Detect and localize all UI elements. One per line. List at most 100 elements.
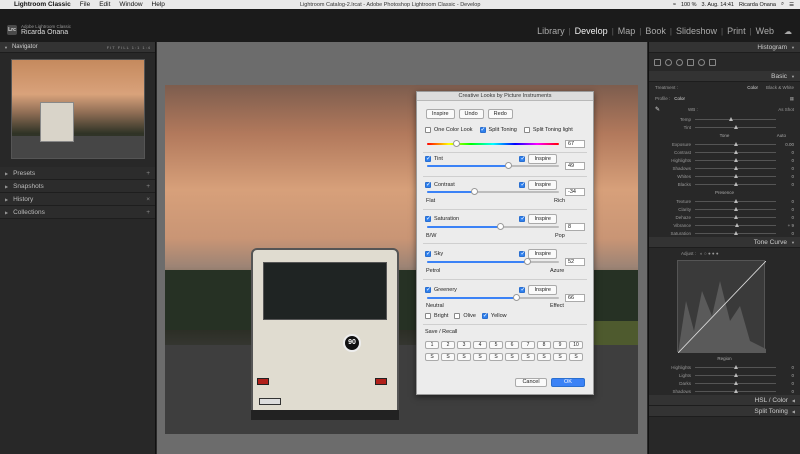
tint-slider[interactable]	[427, 162, 559, 169]
slider-knob[interactable]	[513, 294, 521, 301]
treatment-bw[interactable]: Black & White	[766, 85, 794, 90]
navigator-zoom-options[interactable]: FIT FILL 1:1 1:4	[107, 45, 151, 50]
module-book[interactable]: Book	[641, 26, 670, 36]
basic-header[interactable]: Basic ▼	[649, 71, 800, 82]
slider-value[interactable]: 0	[780, 381, 794, 386]
slider-value[interactable]: 0	[780, 207, 794, 212]
recall-slot-button[interactable]: 3	[457, 341, 471, 349]
slider-track[interactable]	[695, 173, 776, 178]
slider-track[interactable]	[695, 116, 776, 121]
crop-icon[interactable]	[654, 58, 661, 66]
bright-checkbox[interactable]	[425, 313, 431, 319]
slider-value[interactable]: 0	[780, 215, 794, 220]
menu-list-icon[interactable]: ☰	[789, 2, 794, 8]
slider-handle[interactable]	[733, 364, 738, 369]
module-develop[interactable]: Develop	[571, 26, 612, 36]
recall-slot-button[interactable]: 8	[537, 341, 551, 349]
yellow-checkbox[interactable]	[481, 312, 488, 319]
saturation-inspire-checkbox[interactable]	[519, 215, 526, 222]
slider-handle[interactable]	[733, 206, 738, 211]
recall-slot-button[interactable]: 5	[489, 341, 503, 349]
slider-track[interactable]	[695, 214, 776, 219]
auto-button[interactable]: Auto	[777, 133, 786, 138]
profile-value[interactable]: Color	[674, 96, 685, 101]
sky-value[interactable]: 52	[565, 258, 585, 266]
module-slideshow[interactable]: Slideshow	[672, 26, 721, 36]
save-slot-button[interactable]: S	[537, 353, 551, 361]
tint-checkbox[interactable]	[425, 155, 431, 162]
slider-handle[interactable]	[733, 181, 738, 186]
cloud-icon[interactable]: ☁	[784, 27, 792, 36]
hue-value[interactable]: 67	[565, 140, 585, 148]
redo-button[interactable]: Redo	[487, 109, 513, 119]
slider-value[interactable]: 0	[780, 174, 794, 179]
tint-value[interactable]: 49	[565, 162, 585, 170]
slider-knob[interactable]	[497, 223, 505, 230]
profile-grid-icon[interactable]: ▦	[790, 96, 794, 102]
contrast-inspire-button[interactable]: Inspire	[528, 180, 557, 190]
tone-curve-header[interactable]: Tone Curve ▼	[649, 237, 800, 248]
treatment-color[interactable]: Color	[747, 85, 758, 90]
saturation-value[interactable]: 8	[565, 223, 585, 231]
slider-value[interactable]: + 9	[780, 223, 794, 228]
slider-track[interactable]	[695, 124, 776, 129]
recall-slot-button[interactable]: 6	[505, 341, 519, 349]
slider-track[interactable]	[695, 141, 776, 146]
navigator-preview[interactable]	[10, 59, 145, 159]
menubar-user[interactable]: Ricarda Onana	[739, 2, 776, 8]
slider-track[interactable]	[695, 165, 776, 170]
slider-track[interactable]	[695, 157, 776, 162]
date-time[interactable]: 3. Aug. 14:41	[702, 2, 734, 8]
menu-help[interactable]: Help	[152, 1, 165, 8]
histogram-header[interactable]: Histogram ▼	[649, 42, 800, 53]
plus-icon[interactable]: +	[146, 209, 150, 216]
save-slot-button[interactable]: S	[521, 353, 535, 361]
slider-value[interactable]: 0	[780, 365, 794, 370]
search-icon[interactable]: ⌕	[781, 1, 784, 8]
save-slot-button[interactable]: S	[489, 353, 503, 361]
greenery-inspire-button[interactable]: Inspire	[528, 285, 557, 295]
one-color-look-checkbox[interactable]	[425, 127, 431, 133]
slider-track[interactable]	[695, 206, 776, 211]
slider-value[interactable]: 0	[780, 389, 794, 394]
module-map[interactable]: Map	[614, 26, 640, 36]
slider-track[interactable]	[695, 230, 776, 235]
graduated-filter-icon[interactable]	[687, 58, 694, 66]
slider-value[interactable]: 0	[780, 166, 794, 171]
slider-track[interactable]	[695, 149, 776, 154]
slider-value[interactable]: 0.00	[780, 142, 794, 147]
channel-picker-icons[interactable]: ◐ ○ ● ● ●	[700, 251, 719, 256]
save-slot-button[interactable]: S	[457, 353, 471, 361]
slider-track[interactable]	[695, 380, 776, 385]
slider-knob[interactable]	[452, 140, 460, 147]
slider-handle[interactable]	[733, 372, 738, 377]
radial-filter-icon[interactable]	[698, 58, 705, 66]
slider-handle[interactable]	[733, 149, 738, 154]
greenery-inspire-checkbox[interactable]	[519, 286, 526, 293]
slider-value[interactable]: 0	[780, 158, 794, 163]
contrast-value[interactable]: -34	[565, 188, 585, 196]
sky-checkbox[interactable]	[425, 250, 431, 257]
slider-knob[interactable]	[471, 188, 479, 195]
recall-slot-button[interactable]: 7	[521, 341, 535, 349]
menu-app[interactable]: Lightroom Classic	[14, 1, 71, 8]
recall-slot-button[interactable]: 10	[569, 341, 583, 349]
hue-slider[interactable]	[427, 140, 559, 147]
spot-removal-icon[interactable]	[665, 58, 672, 66]
slider-track[interactable]	[695, 181, 776, 186]
greenery-value[interactable]: 66	[565, 294, 585, 302]
saturation-slider[interactable]	[427, 223, 559, 230]
split-toning-checkbox[interactable]	[479, 126, 486, 133]
section-snapshots[interactable]: ▶ Snapshots +	[0, 180, 155, 193]
section-collections[interactable]: ▶ Collections +	[0, 206, 155, 219]
slider-track[interactable]	[695, 198, 776, 203]
plus-icon[interactable]: +	[146, 183, 150, 190]
red-eye-icon[interactable]	[676, 58, 683, 66]
slider-track[interactable]	[695, 364, 776, 369]
slider-handle[interactable]	[729, 116, 734, 121]
slider-handle[interactable]	[733, 165, 738, 170]
recall-slot-button[interactable]: 1	[425, 341, 439, 349]
slider-value[interactable]: 0	[780, 373, 794, 378]
slider-handle[interactable]	[735, 222, 740, 227]
tint-inspire-button[interactable]: Inspire	[528, 154, 557, 164]
